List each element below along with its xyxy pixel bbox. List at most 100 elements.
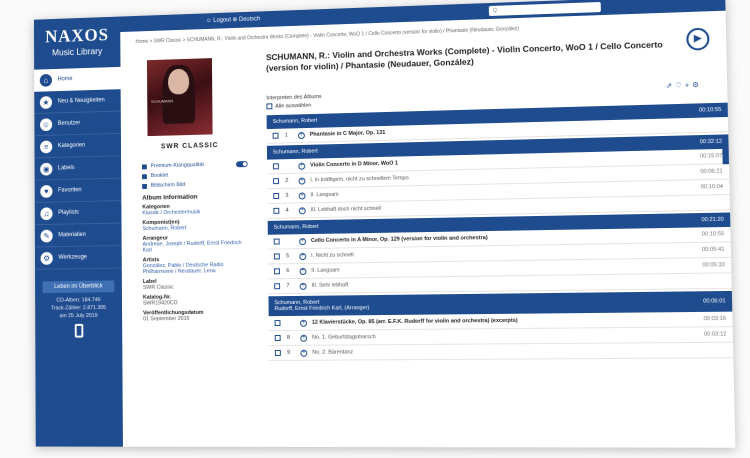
sidebar-item[interactable]: ◉ Labels — [34, 156, 122, 181]
add-icon[interactable]: + — [685, 82, 693, 89]
track-checkbox[interactable] — [273, 238, 280, 245]
track-checkbox[interactable] — [272, 163, 279, 170]
album-field-value[interactable]: González, Pablo / Deutsche Radio Philhar… — [143, 262, 249, 275]
album-field-value[interactable]: Schumann, Robert — [142, 224, 248, 232]
settings-icon[interactable]: ⚙ — [692, 82, 702, 89]
album-field-value[interactable]: Andreae, Joseph / Rudorff, Ernst Friedri… — [143, 240, 249, 253]
album-fields: Kategorien Klassik / Orchestermusik Kompon… — [142, 202, 249, 322]
track-checkbox[interactable] — [273, 178, 279, 185]
track-duration: 00:10:04 — [700, 183, 724, 191]
track-checkbox[interactable] — [272, 132, 279, 139]
track-title[interactable]: Cello Concerto in A Minor, Op. 129 (vers… — [311, 232, 696, 244]
expand-plus-icon[interactable]: + — [298, 177, 306, 185]
sidebar-item[interactable]: ♥ Favoriten — [34, 178, 122, 203]
sidebar-item-label: Kategorien — [57, 142, 86, 150]
interpret-label[interactable]: Interpreten des Albums — [266, 94, 321, 102]
sidebar-item[interactable]: ≡ Kategorien — [34, 133, 122, 159]
home-icon: ⌂ — [39, 73, 52, 87]
album-option-label: Booklet — [150, 172, 169, 179]
select-all-checkbox[interactable] — [266, 103, 273, 110]
track-number: 2 — [285, 177, 289, 184]
album-option-label: Bildschirm Bild — [150, 182, 186, 189]
select-all[interactable]: Alle auswählen — [266, 102, 321, 110]
expand-plus-icon[interactable]: + — [298, 191, 306, 200]
expand-plus-icon[interactable]: + — [300, 319, 308, 327]
option-icon — [142, 183, 147, 189]
expand-plus-icon[interactable]: + — [297, 131, 305, 139]
expand-plus-icon[interactable]: + — [298, 206, 306, 214]
expand-plus-icon[interactable]: + — [300, 349, 308, 357]
track-number: 7 — [286, 283, 290, 290]
album-field-value[interactable]: Klassik / Orchestermusik — [142, 208, 248, 216]
track-title[interactable]: III. Sehr lebhaft — [311, 278, 719, 288]
sidebar-item[interactable]: ♫ Playlists — [34, 201, 122, 226]
composer-name: Schumann, Robert — [273, 149, 318, 156]
overview-button[interactable]: Leben im Überblick — [42, 280, 115, 294]
option-icon — [142, 163, 147, 169]
search-input[interactable]: Q — [488, 1, 601, 17]
album-field: Label SWR Classic — [143, 278, 249, 291]
track-title[interactable]: I. Nicht zu schnell — [311, 247, 696, 259]
album-options: Premium-Klangqualität Booklet Bildschirm B… — [142, 159, 248, 191]
track-checkbox[interactable] — [274, 320, 281, 327]
album-info-panel: Premium-Klangqualität Booklet Bildschirm B… — [142, 159, 249, 326]
album-field: Kategorien Klassik / Orchestermusik — [142, 202, 248, 216]
play-all-button[interactable]: ▶ — [686, 27, 710, 51]
track-checkbox[interactable] — [274, 349, 281, 356]
side-tab[interactable] — [722, 145, 729, 165]
composer-duration: 00:10:55 — [698, 106, 722, 114]
expand-plus-icon[interactable]: + — [300, 334, 308, 342]
track-number: 1 — [284, 132, 288, 139]
logo-subtitle: Music Library — [52, 46, 103, 58]
naxos-logo[interactable]: NAXOS Music Library — [34, 17, 120, 64]
sidebar-item[interactable]: ⚙ Werkzeuge — [34, 246, 122, 270]
track-number: 3 — [285, 192, 289, 199]
track-checkbox[interactable] — [273, 253, 280, 260]
sidebar-item-label: Playlists — [58, 209, 79, 216]
track-checkbox[interactable] — [274, 334, 281, 342]
sidebar-item-label: Werkzeuge — [58, 254, 87, 261]
mobile-app-icon[interactable] — [74, 323, 83, 338]
track-duration: 00:05:41 — [701, 246, 725, 254]
track-title[interactable]: II. Langsam — [311, 262, 696, 273]
categories-icon: ≡ — [40, 140, 53, 153]
track-number: 4 — [285, 207, 289, 214]
composer-name: Schumann, Robert Rudorff, Ernst Friedrich… — [274, 299, 369, 312]
track-checkbox[interactable] — [274, 283, 281, 290]
sidebar-item[interactable]: ☺ Benutzer — [34, 111, 121, 137]
sidebar-item-label: Benutzer — [57, 120, 81, 127]
composer-duration: 00:32:12 — [699, 138, 723, 146]
expand-plus-icon[interactable]: + — [299, 252, 307, 260]
expand-plus-icon[interactable]: + — [299, 237, 307, 245]
expand-plus-icon[interactable]: + — [298, 162, 306, 170]
logo-title: NAXOS — [45, 24, 109, 47]
track-title[interactable]: 12 Klavierstücke, Op. 85 (arr. E.F.K. Ru… — [312, 316, 697, 326]
track-checkbox[interactable] — [273, 207, 280, 214]
quality-toggle[interactable] — [236, 161, 248, 168]
album-option-label: Premium-Klangqualität — [150, 162, 204, 170]
track-duration: 00:15:07 — [699, 152, 723, 160]
track-number: 9 — [287, 349, 291, 356]
track-checkbox[interactable] — [274, 268, 280, 275]
expand-plus-icon[interactable]: + — [299, 267, 307, 275]
heart-icon[interactable]: ♡ — [675, 82, 685, 89]
album-option[interactable]: Bildschirm Bild — [142, 179, 248, 191]
breadcrumb[interactable]: Home > SWR Classic > SCHUMANN, R.: Violi… — [135, 26, 519, 45]
sidebar-item[interactable]: ★ Neu & Neuigkeiten — [34, 89, 121, 114]
track-checkbox[interactable] — [273, 192, 280, 200]
track-duration: 00:06:21 — [700, 168, 723, 176]
sidebar-item-label: Home — [57, 76, 73, 83]
topbar-links[interactable]: ☺ Logout ⊕ Deutsch — [206, 15, 261, 24]
labels-icon: ◉ — [40, 162, 53, 176]
materials-icon: ✎ — [40, 229, 53, 243]
track-title[interactable]: No. 2. Bärentanz — [312, 347, 720, 355]
track-title[interactable]: III. Lebhaft doch nicht schnell — [311, 199, 718, 213]
expand-plus-icon[interactable]: + — [299, 282, 307, 290]
track-row[interactable]: 9 + No. 2. Bärentanz — [268, 342, 734, 361]
track-title[interactable]: No. 1. Geburtstagsmarsch — [312, 332, 698, 341]
sidebar-item[interactable]: ✎ Materialien — [34, 223, 122, 248]
select-all-label: Alle auswählen — [275, 102, 312, 110]
album-cover[interactable]: SCHUMANN — [146, 58, 213, 137]
sidebar-item[interactable]: ⌂ Home — [34, 66, 121, 92]
composer-name: Schumann, Robert — [272, 118, 317, 125]
